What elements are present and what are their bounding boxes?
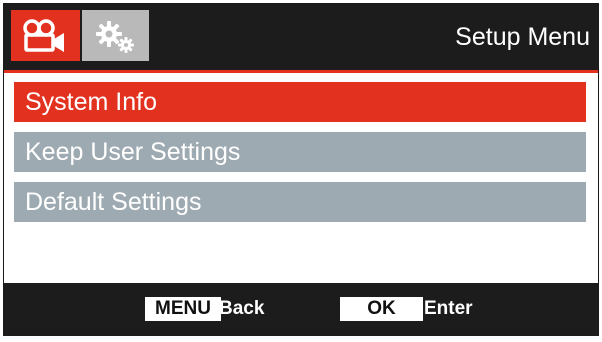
enter-hint: Enter — [424, 298, 473, 319]
page-title: Setup Menu — [455, 22, 590, 51]
dashcam-screen: Setup Menu System Info Keep User Setting… — [3, 3, 599, 336]
gears-icon — [95, 20, 134, 53]
header-divider — [4, 70, 598, 73]
setup-menu-list: System Info Keep User Settings Default S… — [14, 82, 586, 232]
menu-key-badge[interactable]: MENU — [145, 297, 221, 321]
tab-settings[interactable] — [82, 10, 149, 61]
menu-item-keep-user-settings[interactable]: Keep User Settings — [14, 132, 586, 172]
menu-item-system-info[interactable]: System Info — [14, 82, 586, 122]
back-hint: Back — [219, 298, 265, 319]
menu-item-default-settings[interactable]: Default Settings — [14, 182, 586, 222]
ok-key-badge[interactable]: OK — [340, 297, 423, 321]
video-camera-icon — [22, 18, 64, 52]
header-bar: Setup Menu — [4, 4, 598, 70]
tab-video[interactable] — [11, 10, 80, 61]
footer-bar: MENU Back OK Enter — [4, 283, 598, 335]
